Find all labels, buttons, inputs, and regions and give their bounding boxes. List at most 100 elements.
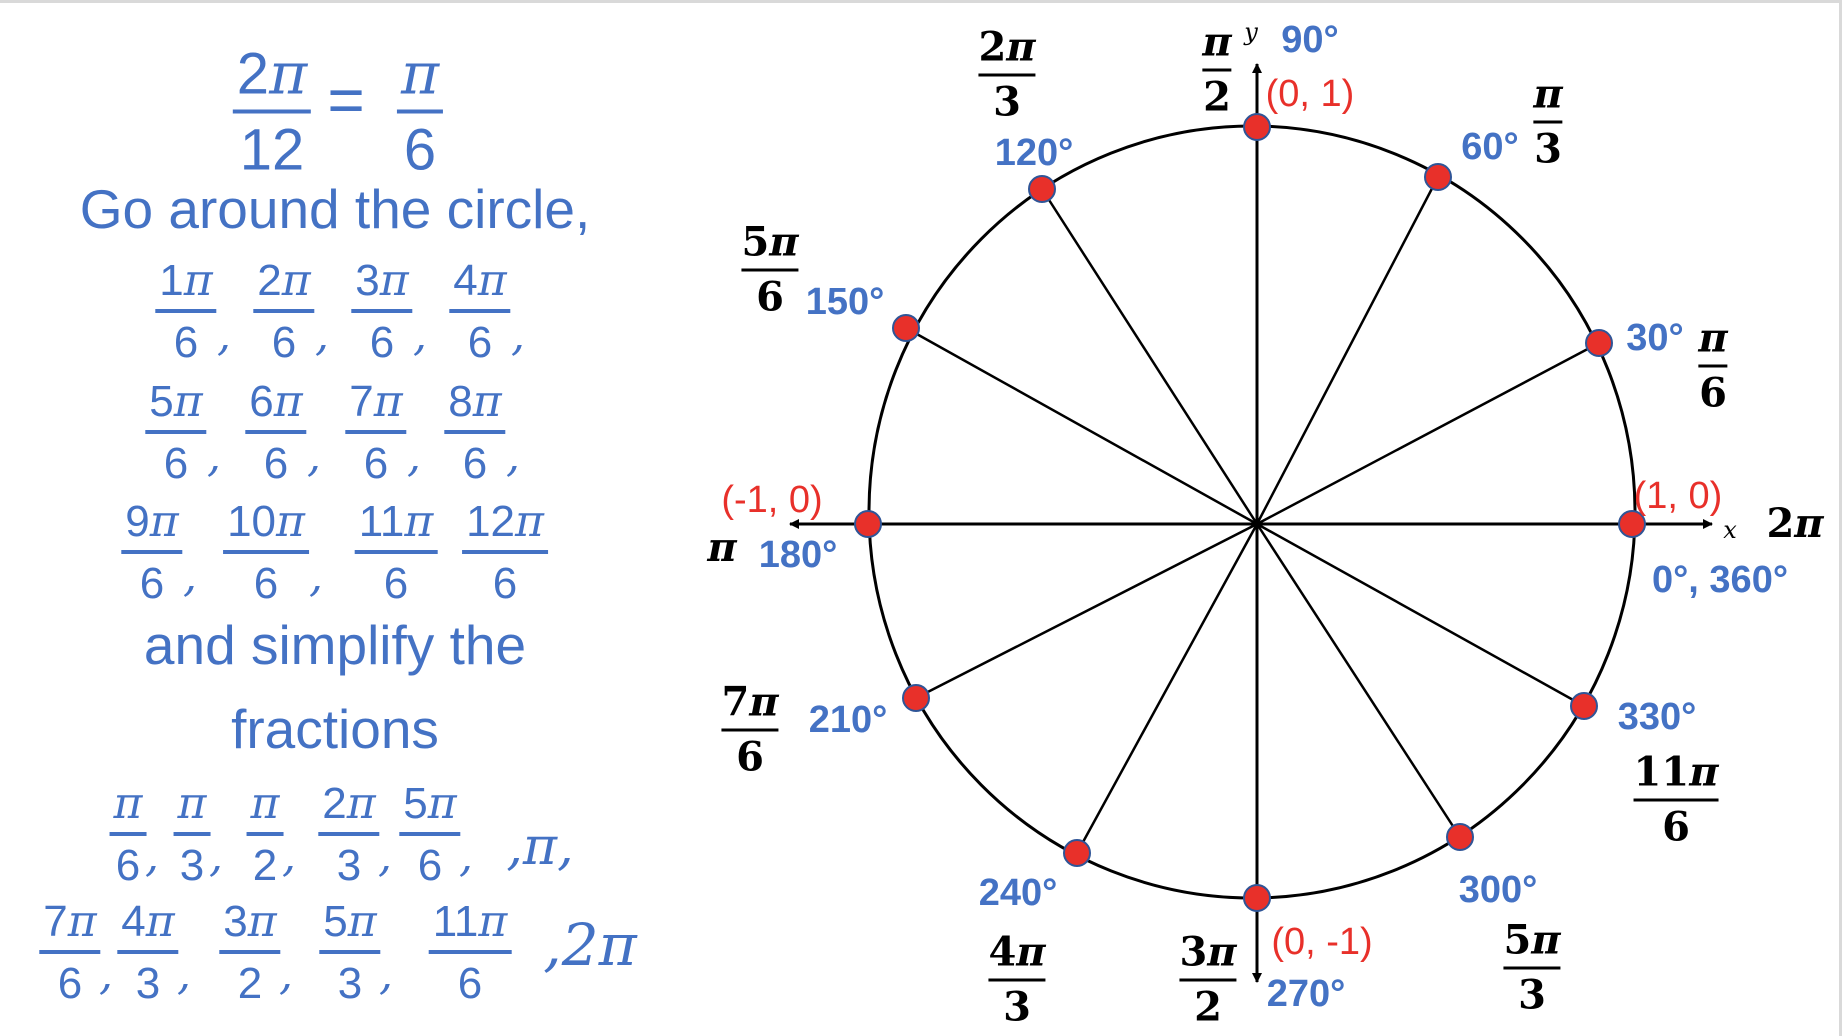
radian-label-30: π6 <box>1698 318 1728 417</box>
numerator: π <box>1698 318 1727 359</box>
numerator-digit: 4 <box>988 928 1017 976</box>
pi-symbol: π <box>1533 70 1563 118</box>
pi-symbol: π <box>1794 500 1824 547</box>
degree-label-0: 0°, 360° <box>1651 559 1789 601</box>
fraction-bar <box>1633 798 1719 802</box>
x-axis-label: x <box>1723 516 1737 544</box>
radian-label-180: π <box>707 528 736 568</box>
numerator-digit: 5 <box>1503 916 1532 964</box>
numerator: 2π <box>978 27 1035 68</box>
degree-label-330: 330° <box>1617 696 1697 738</box>
coordinate-label-180: (-1, 0) <box>721 479 823 521</box>
degree-label-180: 180° <box>758 534 838 576</box>
point-120 <box>1028 175 1056 203</box>
pi-symbol: π <box>1202 18 1232 66</box>
coordinate-label-90: (0, 1) <box>1265 73 1355 115</box>
degree-label-60: 60° <box>1461 126 1519 168</box>
pi-symbol: π <box>749 678 779 726</box>
degree-label-240: 240° <box>978 872 1058 914</box>
denominator: 2 <box>1194 983 1222 1031</box>
fraction-bar <box>988 978 1046 982</box>
numerator: 5π <box>1503 920 1560 961</box>
point-240 <box>1063 839 1091 867</box>
numerator: 5π <box>741 222 798 263</box>
fraction-bar <box>1533 120 1563 124</box>
denominator: 3 <box>1003 983 1031 1031</box>
pi-symbol: π <box>1698 314 1728 362</box>
pi-symbol: π <box>1016 928 1046 976</box>
radius-line-300 <box>1255 523 1462 838</box>
radian-label-330: 11π 6 <box>1633 752 1719 851</box>
numerator: π <box>1533 74 1562 115</box>
degree-label-30: 30° <box>1626 317 1684 359</box>
denominator: 3 <box>1518 971 1546 1019</box>
radius-line-240 <box>1075 523 1259 854</box>
numerator: 11π <box>1634 752 1719 793</box>
degree-label-120: 120° <box>994 132 1074 174</box>
denominator: 6 <box>736 733 764 781</box>
fraction-bar <box>1179 978 1237 982</box>
numerator-digit: 2 <box>978 23 1007 71</box>
pi-symbol: π <box>769 218 799 266</box>
radius-line-210 <box>915 522 1258 700</box>
degree-label-150: 150° <box>805 281 885 323</box>
point-90 <box>1243 113 1271 141</box>
numerator: π <box>1202 22 1231 63</box>
fraction-bar <box>1202 68 1232 72</box>
numerator-digit: 3 <box>1179 928 1208 976</box>
radius-lines <box>905 176 1600 854</box>
denominator: 6 <box>1662 803 1690 851</box>
degree-label-90: 90° <box>1281 19 1339 61</box>
radian-label-270: 3π 2 <box>1179 932 1237 1031</box>
denominator: 3 <box>993 78 1021 126</box>
radian-label-240: 4π 3 <box>988 932 1046 1031</box>
coordinate-label-0: (1, 0) <box>1633 475 1723 517</box>
point-300 <box>1446 823 1474 851</box>
point-270 <box>1243 884 1271 912</box>
numerator-digit: 11 <box>1633 748 1690 796</box>
fraction-bar <box>741 268 799 272</box>
radius-line-60 <box>1255 176 1440 525</box>
pi-symbol: π <box>1689 748 1719 796</box>
degree-label-210: 210° <box>808 699 888 741</box>
numerator-digit: 5 <box>741 218 770 266</box>
point-60 <box>1424 163 1452 191</box>
unit-circle <box>867 124 1637 900</box>
denominator: 6 <box>756 273 784 321</box>
degree-label-300: 300° <box>1458 869 1538 911</box>
fraction-bar <box>978 73 1036 77</box>
degree-label-270: 270° <box>1266 973 1346 1015</box>
radian-label-300: 5π 3 <box>1503 920 1561 1019</box>
denominator: 6 <box>1699 369 1727 417</box>
point-330 <box>1570 692 1598 720</box>
pi-symbol: π <box>1531 916 1561 964</box>
point-150 <box>892 314 920 342</box>
radian-label-0: 2π <box>1766 504 1823 544</box>
pi-symbol: π <box>1207 928 1237 976</box>
point-180 <box>854 510 882 538</box>
fraction-bar <box>721 728 779 732</box>
numerator: 4π <box>988 932 1045 973</box>
pi-symbol: π <box>1006 23 1036 71</box>
radius-line-30 <box>1256 341 1600 526</box>
numerator-digit: 7 <box>721 678 750 726</box>
radian-label-90: π2 <box>1202 22 1232 121</box>
fraction-bar <box>1698 364 1728 368</box>
numerator: 3π <box>1179 932 1236 973</box>
point-30 <box>1585 329 1613 357</box>
y-axis-label: y <box>1244 18 1258 46</box>
radian-label-150: 5π 6 <box>741 222 799 321</box>
denominator: 3 <box>1534 125 1562 173</box>
radian-label-120: 2π 3 <box>978 27 1036 126</box>
point-210 <box>902 684 930 712</box>
numerator: 7π <box>721 682 778 723</box>
radian-label-210: 7π 6 <box>721 682 779 781</box>
radian-label-60: π3 <box>1533 74 1563 173</box>
coordinate-label-270: (0, -1) <box>1271 921 1373 963</box>
radius-line-330 <box>1256 522 1585 708</box>
denominator: 2 <box>1203 73 1231 121</box>
radius-line-120 <box>1040 188 1259 525</box>
numerator-digit: 2 <box>1766 500 1795 547</box>
radius-line-150 <box>905 326 1258 526</box>
pi-symbol: π <box>707 524 737 571</box>
